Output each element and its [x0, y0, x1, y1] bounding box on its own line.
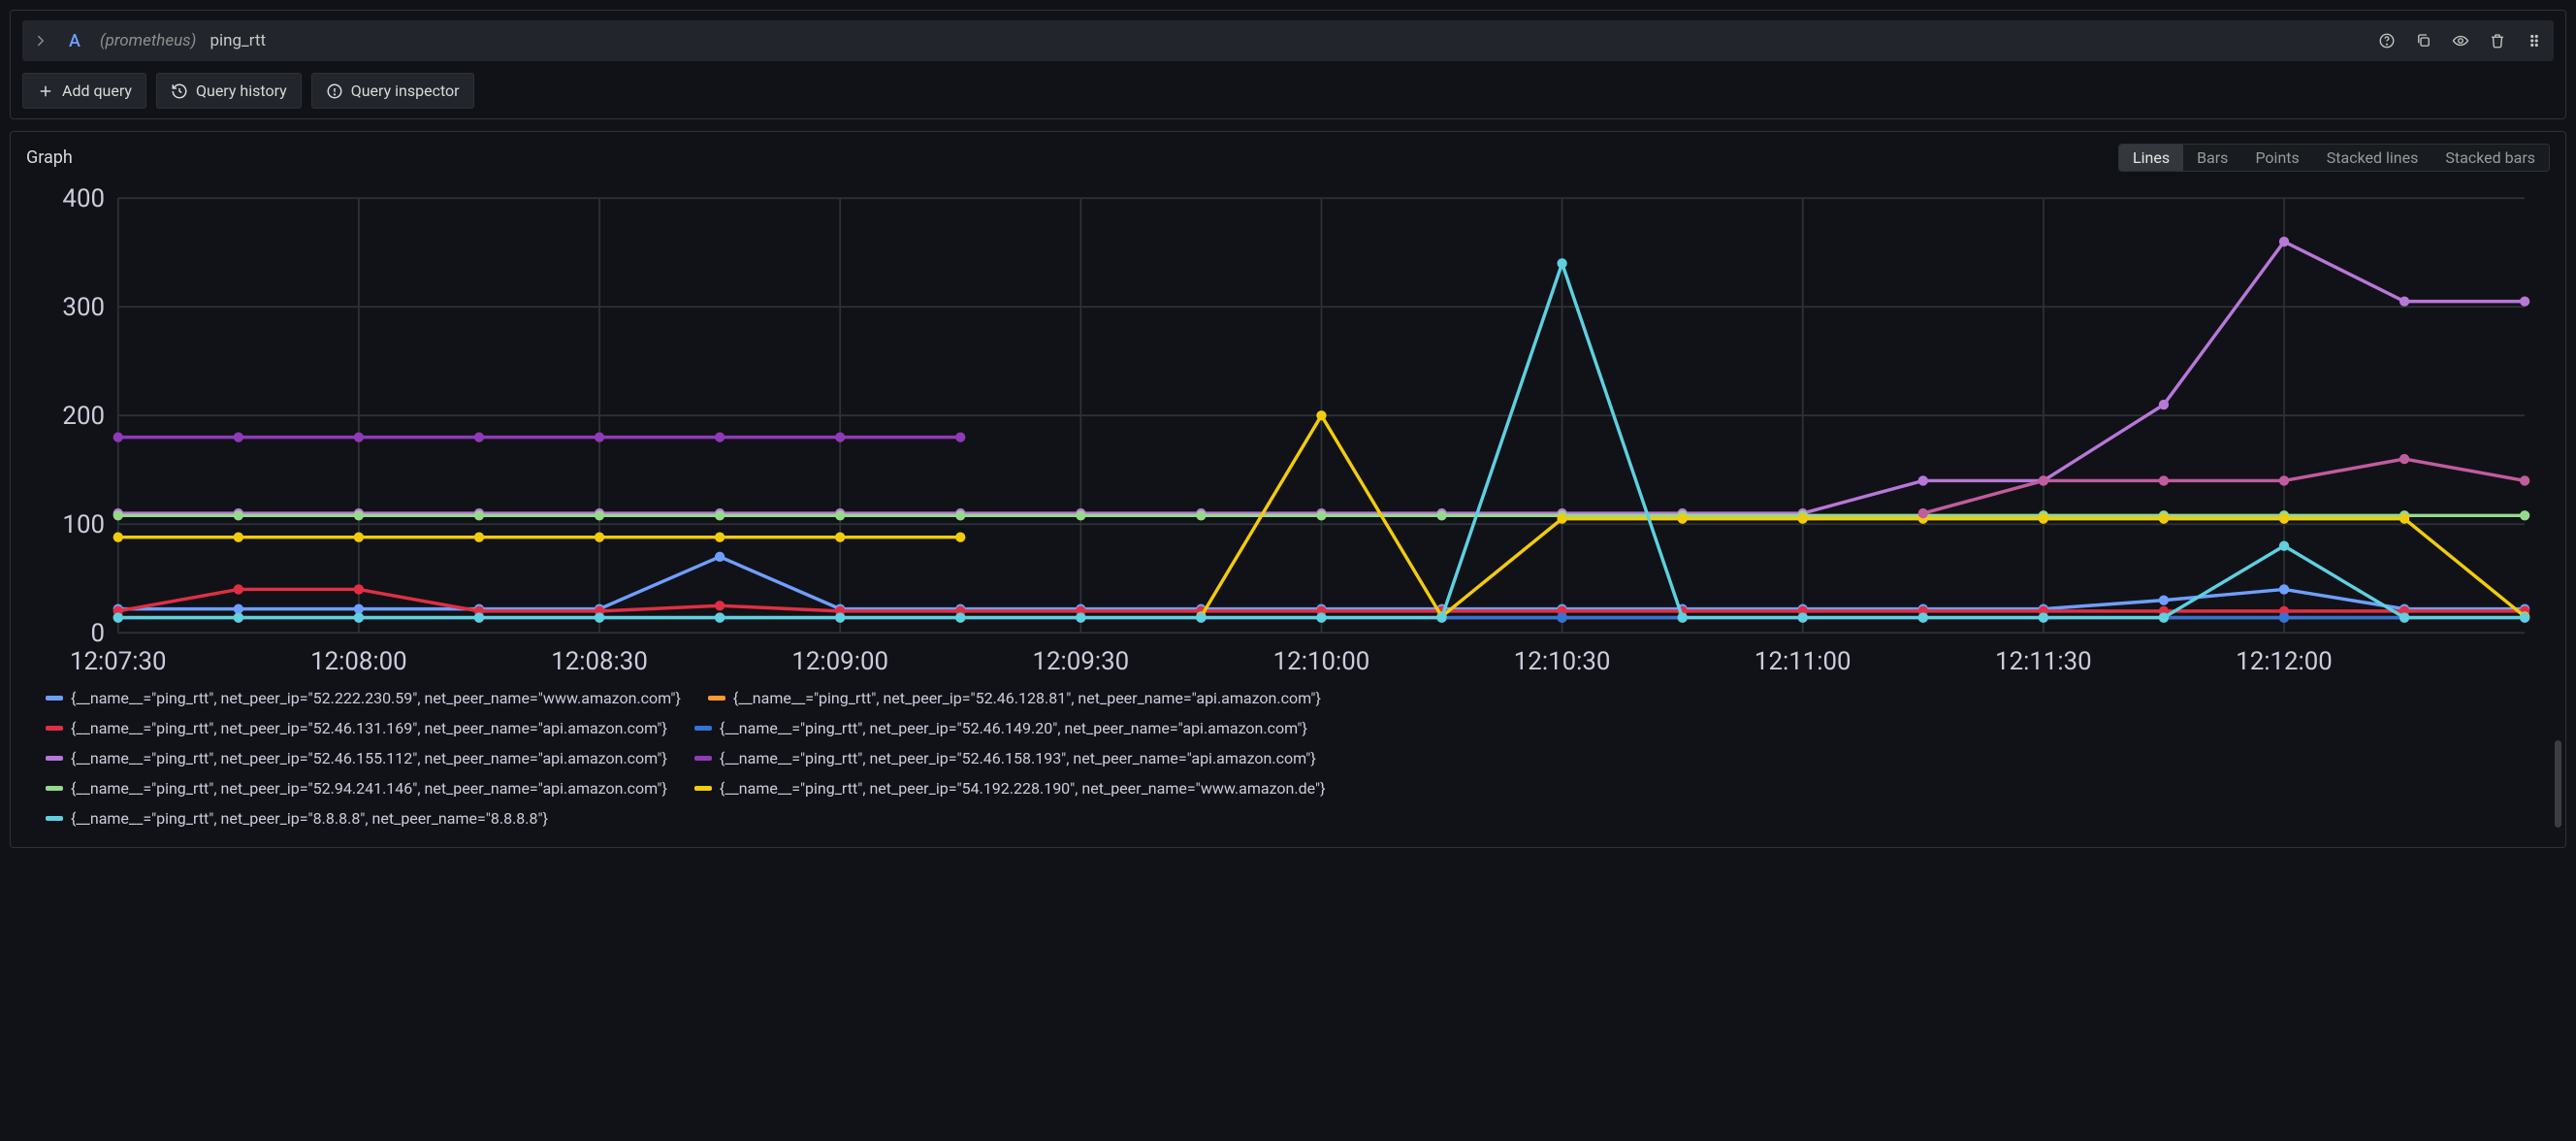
legend-swatch	[694, 756, 712, 761]
svg-text:0: 0	[90, 619, 105, 648]
eye-icon[interactable]	[2451, 31, 2470, 50]
legend-label: {__name__="ping_rtt", net_peer_ip="52.22…	[71, 689, 681, 707]
query-row-left: A (prometheus) ping_rtt	[32, 31, 2377, 51]
query-row-actions	[2377, 31, 2544, 50]
legend-swatch	[46, 786, 63, 791]
trash-icon[interactable]	[2488, 31, 2507, 50]
legend-swatch	[46, 756, 63, 761]
svg-text:12:10:30: 12:10:30	[1514, 647, 1611, 676]
viz-option-stacked-lines[interactable]: Stacked lines	[2313, 145, 2432, 171]
legend-label: {__name__="ping_rtt", net_peer_ip="52.46…	[720, 749, 1316, 767]
graph-title: Graph	[26, 147, 2118, 168]
drag-handle-icon[interactable]	[2525, 31, 2544, 50]
query-editor-panel: A (prometheus) ping_rtt Add query	[10, 10, 2566, 119]
add-query-button[interactable]: Add query	[22, 73, 146, 109]
metric-name: ping_rtt	[209, 31, 266, 50]
query-row: A (prometheus) ping_rtt	[22, 20, 2554, 61]
query-letter[interactable]: A	[63, 31, 86, 51]
legend-item[interactable]: {__name__="ping_rtt", net_peer_ip="52.46…	[708, 689, 1321, 707]
svg-text:12:12:00: 12:12:00	[2236, 647, 2333, 676]
add-query-label: Add query	[62, 82, 132, 100]
svg-text:200: 200	[62, 402, 105, 431]
legend-swatch	[694, 786, 712, 791]
legend-label: {__name__="ping_rtt", net_peer_ip="52.46…	[71, 749, 667, 767]
copy-icon[interactable]	[2414, 31, 2433, 50]
svg-text:12:11:00: 12:11:00	[1755, 647, 1852, 676]
svg-text:12:10:00: 12:10:00	[1273, 647, 1370, 676]
viz-option-lines[interactable]: Lines	[2119, 145, 2183, 171]
query-toolbar: Add query Query history Query inspector	[22, 73, 2554, 109]
query-history-label: Query history	[196, 82, 287, 100]
legend-swatch	[694, 726, 712, 731]
legend-item[interactable]: {__name__="ping_rtt", net_peer_ip="52.46…	[694, 749, 1316, 767]
viz-option-stacked-bars[interactable]: Stacked bars	[2431, 145, 2549, 171]
chart-area[interactable]: 0 100 200 300 400 12:07:30 12:08:00 12:08:30 12:…	[26, 181, 2550, 683]
legend: {__name__="ping_rtt", net_peer_ip="52.22…	[26, 689, 2550, 833]
legend-item[interactable]: {__name__="ping_rtt", net_peer_ip="54.19…	[694, 779, 1326, 798]
legend-label: {__name__="ping_rtt", net_peer_ip="52.94…	[71, 779, 667, 798]
legend-item[interactable]: {__name__="ping_rtt", net_peer_ip="52.46…	[46, 749, 667, 767]
legend-item[interactable]: {__name__="ping_rtt", net_peer_ip="52.46…	[46, 719, 667, 737]
legend-swatch	[708, 696, 725, 701]
svg-text:12:11:30: 12:11:30	[1995, 647, 2092, 676]
viz-option-points[interactable]: Points	[2241, 145, 2312, 171]
help-icon[interactable]	[2377, 31, 2397, 50]
svg-text:12:08:30: 12:08:30	[551, 647, 648, 676]
legend-label: {__name__="ping_rtt", net_peer_ip="8.8.8…	[71, 809, 548, 828]
legend-swatch	[46, 726, 63, 731]
svg-text:12:07:30: 12:07:30	[70, 647, 167, 676]
graph-panel: Graph LinesBarsPointsStacked linesStacke…	[10, 131, 2566, 848]
viz-switch: LinesBarsPointsStacked linesStacked bars	[2118, 144, 2550, 172]
legend-label: {__name__="ping_rtt", net_peer_ip="52.46…	[71, 719, 667, 737]
query-history-button[interactable]: Query history	[156, 73, 302, 109]
query-inspector-label: Query inspector	[351, 82, 460, 100]
svg-text:100: 100	[62, 510, 105, 539]
legend-item[interactable]: {__name__="ping_rtt", net_peer_ip="8.8.8…	[46, 809, 548, 828]
svg-text:400: 400	[62, 184, 105, 213]
viz-option-bars[interactable]: Bars	[2183, 145, 2241, 171]
graph-header: Graph LinesBarsPointsStacked linesStacke…	[26, 144, 2550, 172]
svg-text:12:09:00: 12:09:00	[791, 647, 888, 676]
legend-label: {__name__="ping_rtt", net_peer_ip="54.19…	[720, 779, 1326, 798]
legend-item[interactable]: {__name__="ping_rtt", net_peer_ip="52.46…	[694, 719, 1307, 737]
chart-svg: 0 100 200 300 400 12:07:30 12:08:00 12:08:30 12:…	[26, 181, 2550, 683]
legend-swatch	[46, 816, 63, 821]
svg-text:12:09:30: 12:09:30	[1033, 647, 1130, 676]
legend-item[interactable]: {__name__="ping_rtt", net_peer_ip="52.22…	[46, 689, 681, 707]
datasource-name: (prometheus)	[100, 31, 197, 50]
legend-label: {__name__="ping_rtt", net_peer_ip="52.46…	[733, 689, 1321, 707]
query-inspector-button[interactable]: Query inspector	[311, 73, 474, 109]
scrollbar-thumb[interactable]	[2555, 740, 2561, 828]
legend-label: {__name__="ping_rtt", net_peer_ip="52.46…	[720, 719, 1307, 737]
chevron-right-icon[interactable]	[32, 32, 49, 49]
svg-text:300: 300	[62, 293, 105, 322]
svg-text:12:08:00: 12:08:00	[310, 647, 407, 676]
legend-item[interactable]: {__name__="ping_rtt", net_peer_ip="52.94…	[46, 779, 667, 798]
legend-swatch	[46, 696, 63, 701]
